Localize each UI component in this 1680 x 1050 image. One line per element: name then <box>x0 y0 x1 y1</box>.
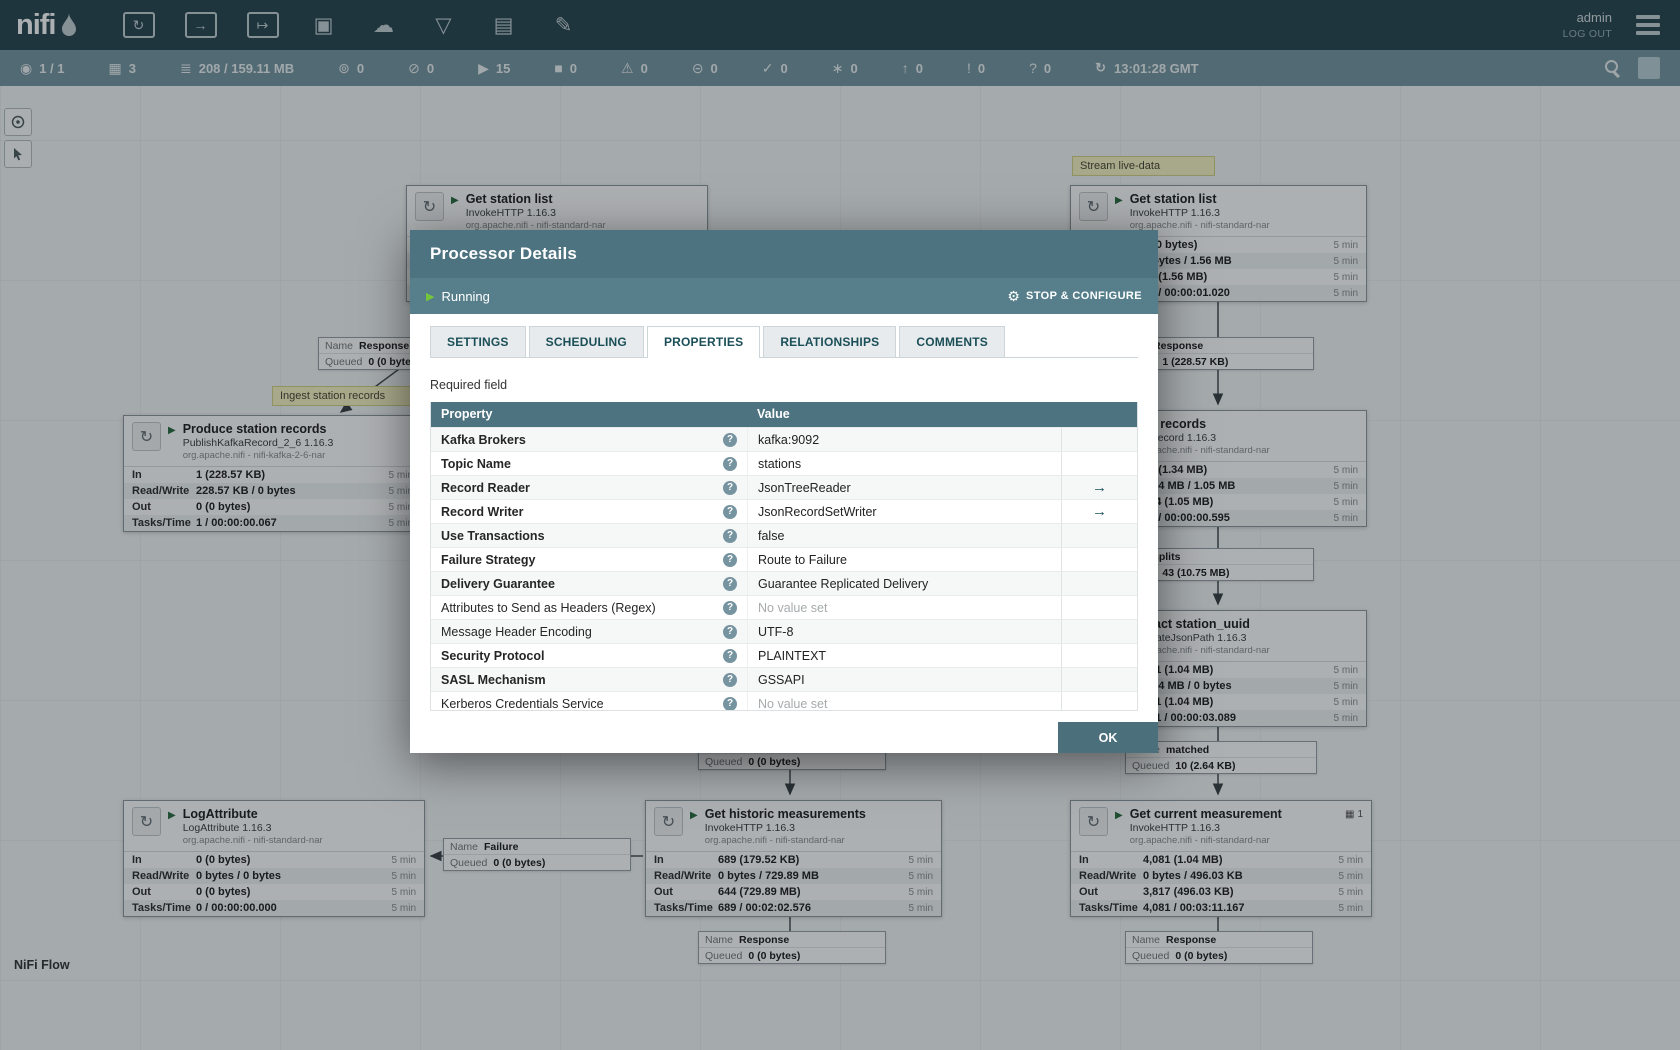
properties-table: Property Value Kafka Brokers ? kafka:909… <box>430 402 1138 711</box>
property-column-header: Property <box>441 407 493 421</box>
help-icon[interactable]: ? <box>723 624 737 639</box>
property-row: Message Header Encoding ? UTF-8 → <box>431 619 1137 643</box>
value-column-header: Value <box>757 407 790 421</box>
tab-scheduling[interactable]: SCHEDULING <box>528 326 644 357</box>
property-value: No value set <box>758 696 828 711</box>
property-name: Record Reader <box>441 480 530 495</box>
property-value: No value set <box>758 600 828 615</box>
property-row: Kafka Brokers ? kafka:9092 → <box>431 427 1137 451</box>
ok-button[interactable]: OK <box>1058 722 1158 753</box>
required-field-note: Required field <box>430 378 508 392</box>
property-value: Route to Failure <box>758 552 847 567</box>
property-value: JsonRecordSetWriter <box>758 504 877 519</box>
property-name: Failure Strategy <box>441 552 536 567</box>
property-value: GSSAPI <box>758 672 805 687</box>
run-status-label: Running <box>441 288 490 304</box>
property-name: Use Transactions <box>441 528 545 543</box>
help-icon[interactable]: ? <box>723 672 737 687</box>
property-row: Topic Name ? stations → <box>431 451 1137 475</box>
stop-and-configure-button[interactable]: ⚙ STOP & CONFIGURE <box>1007 288 1142 305</box>
dialog-title: Processor Details <box>430 244 578 263</box>
property-row: Use Transactions ? false → <box>431 523 1137 547</box>
property-name: Record Writer <box>441 504 524 519</box>
help-icon[interactable]: ? <box>723 456 737 471</box>
help-icon[interactable]: ? <box>723 432 737 447</box>
property-row: Record Writer ? JsonRecordSetWriter → <box>431 499 1137 523</box>
property-row: Attributes to Send as Headers (Regex) ? … <box>431 595 1137 619</box>
property-name: Topic Name <box>441 456 511 471</box>
property-value: Guarantee Replicated Delivery <box>758 576 929 591</box>
property-row: Kerberos Credentials Service ? No value … <box>431 691 1137 711</box>
properties-table-header: Property Value <box>431 402 1137 427</box>
help-icon[interactable]: ? <box>723 600 737 615</box>
stop-and-configure-label: STOP & CONFIGURE <box>1025 290 1142 302</box>
property-name: Message Header Encoding <box>441 624 592 639</box>
properties-table-body: Kafka Brokers ? kafka:9092 → Topic <box>431 427 1137 711</box>
dialog-header[interactable]: Processor Details <box>410 230 1158 278</box>
property-name: Kafka Brokers <box>441 432 526 447</box>
go-to-service-icon[interactable]: → <box>1092 503 1107 520</box>
property-name: Security Protocol <box>441 648 545 663</box>
tab-relationships[interactable]: RELATIONSHIPS <box>763 326 897 357</box>
property-value: JsonTreeReader <box>758 480 851 495</box>
property-row: SASL Mechanism ? GSSAPI → <box>431 667 1137 691</box>
dialog-tabs: SETTINGS SCHEDULING PROPERTIES RELATIONS… <box>430 326 1138 358</box>
tab-settings[interactable]: SETTINGS <box>430 326 526 357</box>
property-value: stations <box>758 456 802 471</box>
gear-icon: ⚙ <box>1007 287 1020 304</box>
property-value: PLAINTEXT <box>758 648 827 663</box>
help-icon[interactable]: ? <box>723 648 737 663</box>
help-icon[interactable]: ? <box>723 552 737 567</box>
go-to-service-icon[interactable]: → <box>1092 479 1107 496</box>
property-row: Record Reader ? JsonTreeReader → <box>431 475 1137 499</box>
property-row: Delivery Guarantee ? Guarantee Replicate… <box>431 571 1137 595</box>
property-row: Security Protocol ? PLAINTEXT → <box>431 643 1137 667</box>
help-icon[interactable]: ? <box>723 504 737 519</box>
help-icon[interactable]: ? <box>723 696 737 710</box>
property-name: Delivery Guarantee <box>441 576 555 591</box>
property-row: Failure Strategy ? Route to Failure → <box>431 547 1137 571</box>
help-icon[interactable]: ? <box>723 528 737 543</box>
running-state-icon: ▶ <box>426 290 435 303</box>
processor-details-dialog: Processor Details ▶ Running ⚙ STOP & CON… <box>410 230 1158 753</box>
property-name: Attributes to Send as Headers (Regex) <box>441 600 656 615</box>
help-icon[interactable]: ? <box>723 480 737 495</box>
tab-comments[interactable]: COMMENTS <box>899 326 1005 357</box>
property-name: SASL Mechanism <box>441 672 546 687</box>
help-icon[interactable]: ? <box>723 576 737 591</box>
property-value: UTF-8 <box>758 624 794 639</box>
dialog-status-row: ▶ Running ⚙ STOP & CONFIGURE <box>410 278 1158 314</box>
property-value: false <box>758 528 785 543</box>
property-value: kafka:9092 <box>758 432 820 447</box>
tab-properties[interactable]: PROPERTIES <box>646 326 761 358</box>
property-name: Kerberos Credentials Service <box>441 696 604 711</box>
